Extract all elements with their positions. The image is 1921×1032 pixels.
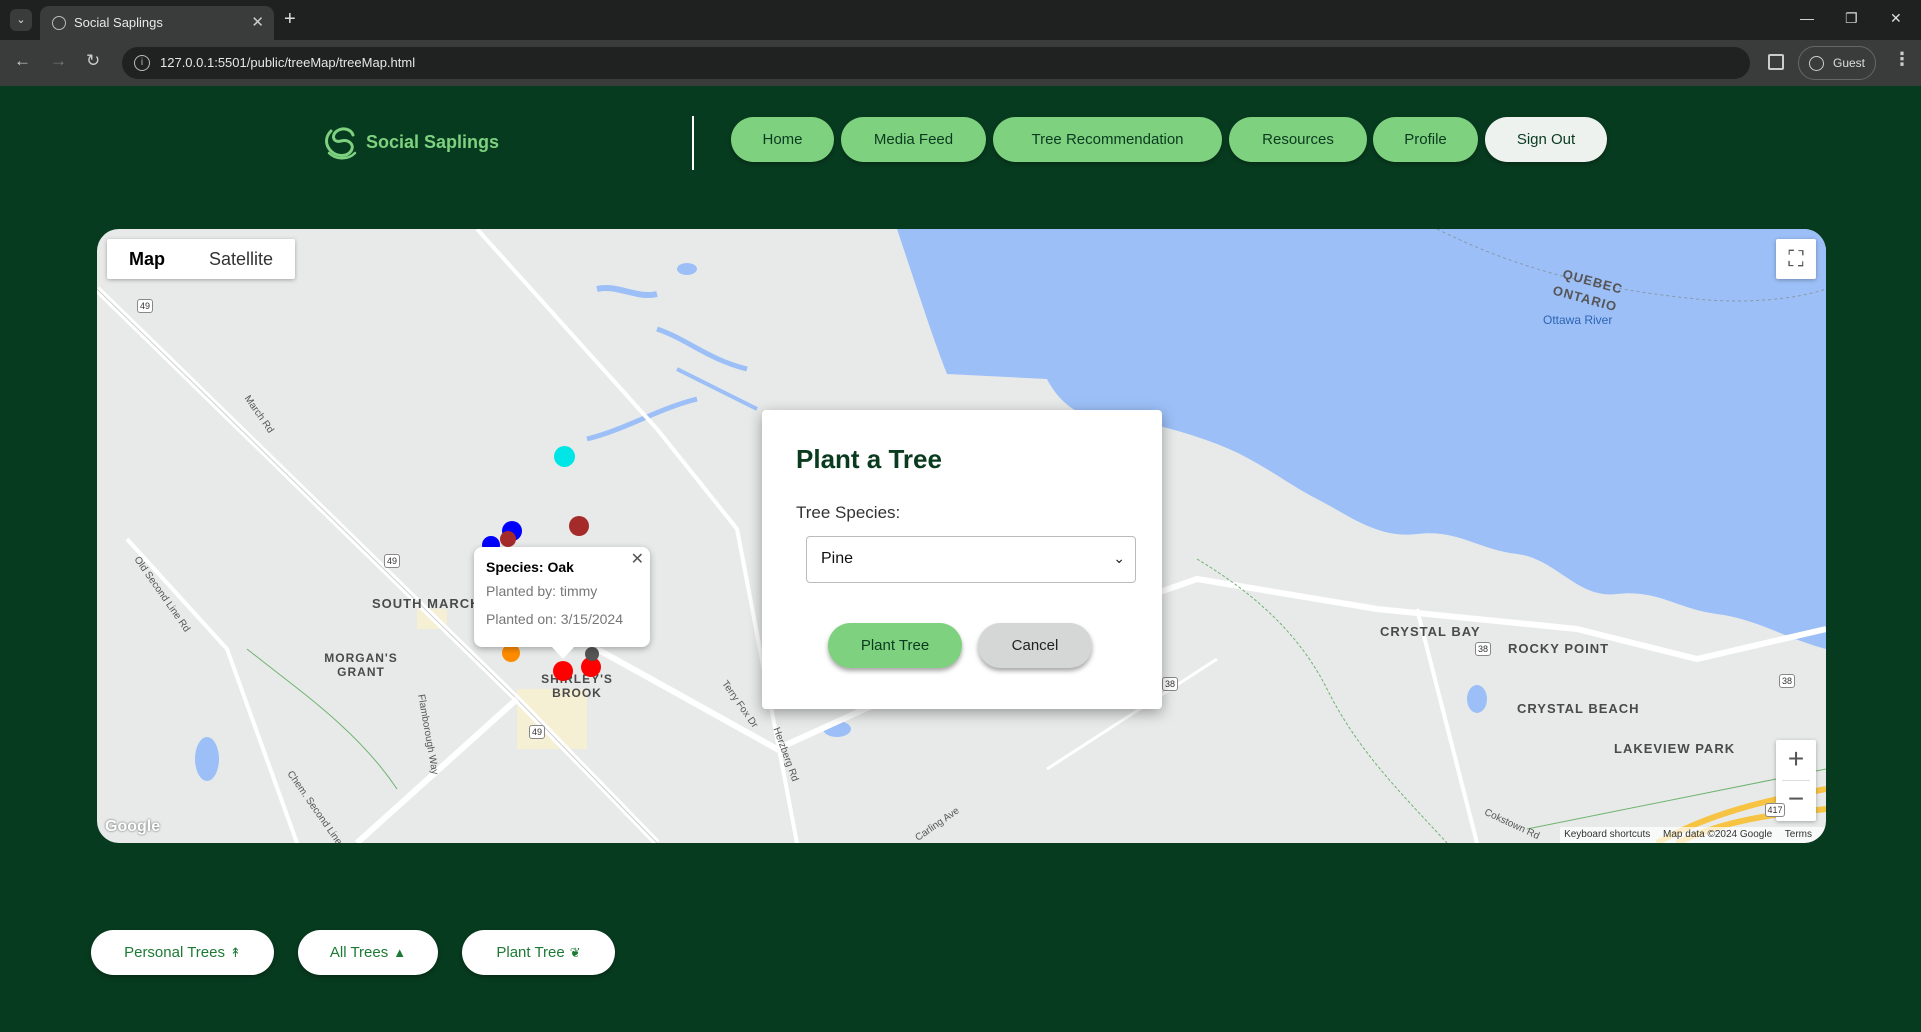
address-bar[interactable]: i 127.0.0.1:5501/public/treeMap/treeMap.… [122, 47, 1750, 79]
map-attribution: Keyboard shortcuts Map data ©2024 Google… [1560, 827, 1826, 843]
tree-species-label: Tree Species: [796, 503, 901, 522]
plant-tree-button[interactable]: Plant Tree ❦ [462, 930, 615, 975]
cancel-button[interactable]: Cancel [978, 623, 1092, 668]
terms-link[interactable]: Terms [1785, 829, 1812, 840]
highway-shield: 38 [1162, 677, 1178, 691]
place-label: MORGAN'S GRANT [324, 651, 398, 679]
map-data-text: Map data ©2024 Google [1663, 829, 1773, 840]
brand-name: Social Saplings [366, 132, 500, 152]
tree-icon: ↟ [229, 945, 241, 960]
keyboard-shortcuts-link[interactable]: Keyboard shortcuts [1564, 829, 1650, 840]
sapling-logo-icon [325, 127, 357, 160]
google-logo: Google [105, 818, 161, 835]
minimize-icon[interactable]: — [1800, 10, 1814, 26]
place-label: CRYSTAL BEACH [1517, 701, 1640, 716]
water-label: Ottawa River [1543, 313, 1613, 327]
personal-trees-button[interactable]: Personal Trees ↟ [91, 930, 274, 975]
forward-icon[interactable]: → [50, 51, 67, 71]
browser-toolbar: ← → ↻ i 127.0.0.1:5501/public/treeMap/tr… [0, 40, 1921, 86]
nav-media-feed[interactable]: Media Feed [841, 117, 986, 162]
tab-search-icon[interactable]: ⌄ [10, 9, 32, 31]
tree-info-window: ✕ Species: Oak Planted by: timmy Planted… [474, 547, 650, 659]
place-label: SOUTH MARCH [372, 596, 481, 611]
close-icon[interactable]: ✕ [631, 549, 644, 569]
profile-button[interactable]: Guest [1798, 46, 1876, 80]
nav-sign-out[interactable]: Sign Out [1485, 117, 1607, 162]
zoom-separator [1782, 780, 1810, 781]
evergreen-icon: ▲ [393, 945, 407, 960]
browser-tab[interactable]: Social Saplings ✕ [40, 6, 274, 40]
info-species: Species: Oak [486, 559, 574, 575]
close-icon[interactable]: ✕ [251, 13, 264, 31]
profile-label: Guest [1833, 56, 1866, 70]
highway-shield: 49 [137, 299, 153, 313]
info-planted-on: Planted on: 3/15/2024 [486, 611, 624, 627]
place-label: CRYSTAL BAY [1380, 624, 1481, 639]
header-divider [692, 116, 694, 170]
tree-marker[interactable] [569, 516, 589, 536]
plant-tree-label: Plant Tree [496, 944, 565, 961]
highway-shield: 417 [1765, 803, 1785, 817]
map-type-map-button[interactable]: Map [107, 239, 187, 279]
new-tab-icon[interactable]: + [284, 8, 296, 30]
tab-title: Social Saplings [74, 15, 163, 30]
chevron-down-icon: ⌄ [1113, 550, 1125, 566]
highway-shield: 38 [1475, 642, 1491, 656]
highway-shield: 38 [1779, 674, 1795, 688]
person-icon [1809, 56, 1824, 71]
place-label: ROCKY POINT [1508, 641, 1610, 656]
tree-species-value: Pine [821, 550, 854, 567]
plant-tree-submit-button[interactable]: Plant Tree [828, 623, 962, 668]
personal-trees-label: Personal Trees [124, 944, 225, 961]
side-panel-icon[interactable] [1768, 54, 1784, 70]
modal-title: Plant a Tree [796, 444, 942, 474]
zoom-in-icon[interactable]: + [1776, 740, 1816, 780]
map-type-satellite-button[interactable]: Satellite [187, 239, 295, 279]
leaf-icon: ❦ [569, 945, 581, 960]
restore-icon[interactable]: ❐ [1845, 10, 1858, 27]
tree-marker[interactable] [553, 661, 573, 681]
tree-species-select[interactable]: Pine ⌄ [806, 536, 1136, 583]
plant-tree-modal: Plant a Tree Tree Species: Pine ⌄ Plant … [762, 410, 1162, 709]
nav-resources[interactable]: Resources [1229, 117, 1367, 162]
tree-marker[interactable] [554, 446, 575, 467]
place-label: SHIRLEY'S BROOK [541, 672, 613, 700]
globe-icon [52, 16, 66, 30]
highway-shield: 49 [529, 725, 545, 739]
info-planted-by: Planted by: timmy [486, 583, 598, 599]
url-text[interactable]: 127.0.0.1:5501/public/treeMap/treeMap.ht… [160, 55, 415, 70]
back-icon[interactable]: ← [14, 51, 31, 71]
nav-profile[interactable]: Profile [1373, 117, 1478, 162]
tree-marker[interactable] [500, 531, 516, 547]
window-close-icon[interactable]: ✕ [1890, 10, 1902, 27]
browser-tab-bar: ⌄ Social Saplings ✕ + — ❐ ✕ [0, 0, 1921, 40]
tree-marker[interactable] [585, 647, 599, 661]
fullscreen-icon[interactable]: ⛶ [1776, 239, 1816, 279]
nav-tree-recommendation[interactable]: Tree Recommendation [993, 117, 1222, 162]
all-trees-label: All Trees [329, 944, 389, 961]
map-type-control: Map Satellite [107, 239, 296, 279]
all-trees-button[interactable]: All Trees ▲ [298, 930, 438, 975]
reload-icon[interactable]: ↻ [86, 51, 100, 71]
place-label: LAKEVIEW PARK [1614, 741, 1736, 756]
highway-shield: 49 [384, 554, 400, 568]
nav-home[interactable]: Home [731, 117, 834, 162]
info-icon[interactable]: i [134, 55, 150, 71]
menu-dots-icon[interactable]: ⋮ [1893, 49, 1911, 70]
